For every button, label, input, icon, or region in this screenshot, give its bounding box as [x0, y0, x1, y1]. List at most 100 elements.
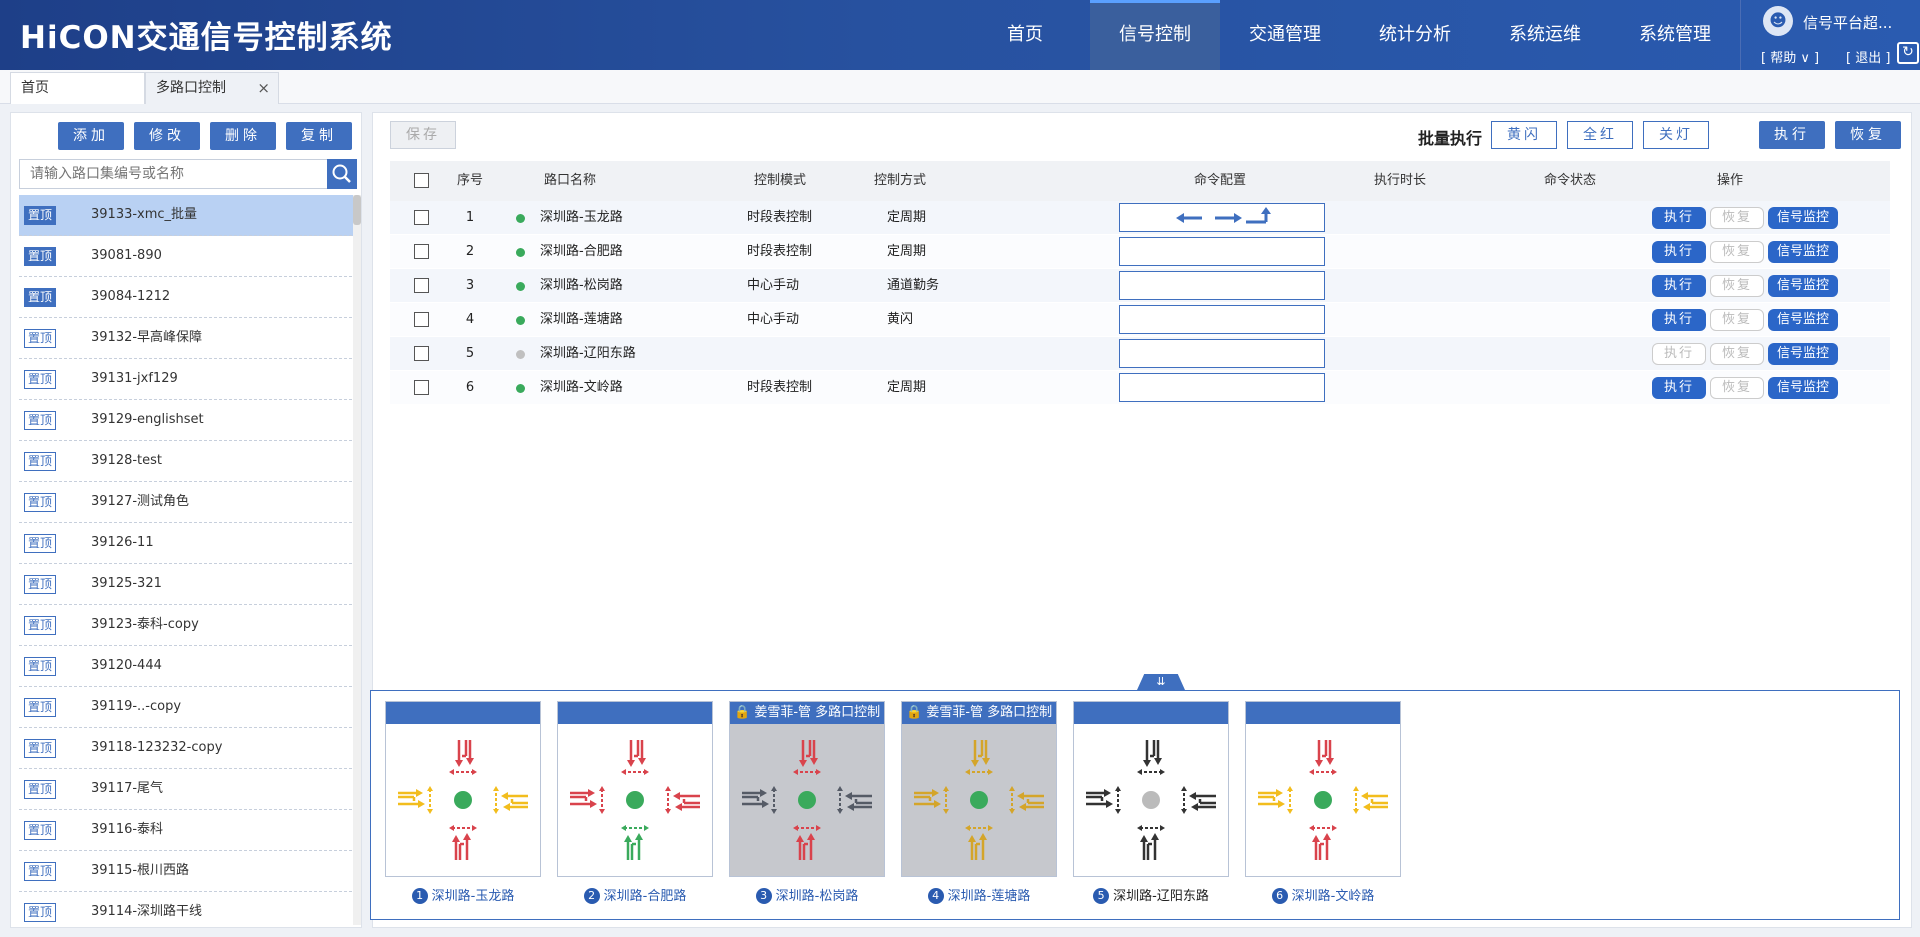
intersection-card[interactable]: 🔒 姜雪菲-管 多路口控制	[901, 701, 1057, 877]
list-item[interactable]: 置顶 39125-321	[19, 564, 357, 605]
nav-item-3[interactable]: 统计分析	[1350, 0, 1480, 70]
signal-monitor-button[interactable]: 信号监控	[1768, 241, 1838, 263]
intersection-card[interactable]	[1245, 701, 1401, 877]
pin-top-button[interactable]: 置顶	[24, 821, 56, 840]
command-config-box[interactable]	[1119, 373, 1325, 402]
list-item[interactable]: 置顶 39123-泰科-copy	[19, 605, 357, 646]
list-item[interactable]: 置顶 39126-11	[19, 523, 357, 564]
signal-monitor-button[interactable]: 信号监控	[1768, 207, 1838, 229]
signal-monitor-button[interactable]: 信号监控	[1768, 309, 1838, 331]
card-caption[interactable]: 6 深圳路-文岭路	[1233, 885, 1413, 904]
yellow-flash-button[interactable]: 黄闪	[1491, 121, 1557, 149]
scrollbar-thumb[interactable]	[353, 195, 361, 225]
nav-item-1[interactable]: 信号控制	[1090, 0, 1220, 70]
list-item[interactable]: 置顶 39114-深圳路干线	[19, 892, 357, 925]
card-caption[interactable]: 1 深圳路-玉龙路	[373, 885, 553, 904]
command-config-box[interactable]	[1119, 305, 1325, 334]
intersection-card[interactable]	[557, 701, 713, 877]
tab-multi-intersection[interactable]: 多路口控制 ×	[145, 72, 279, 104]
select-all-checkbox[interactable]	[414, 173, 429, 188]
collapse-toggle[interactable]: ⇊	[1137, 674, 1185, 690]
row-restore-button[interactable]: 恢复	[1710, 309, 1764, 331]
pin-top-button[interactable]: 置顶	[24, 452, 56, 471]
card-caption[interactable]: 2 深圳路-合肥路	[545, 885, 725, 904]
add-button[interactable]: 添加	[58, 122, 124, 150]
nav-item-5[interactable]: 系统管理	[1610, 0, 1740, 70]
list-scrollbar[interactable]	[353, 195, 361, 925]
row-checkbox[interactable]	[414, 380, 429, 395]
row-execute-button[interactable]: 执行	[1652, 207, 1706, 229]
list-item[interactable]: 置顶 39115-根川西路	[19, 851, 357, 892]
pin-top-button[interactable]: 置顶	[24, 370, 56, 389]
pin-top-button[interactable]: 置顶	[24, 329, 56, 348]
list-item[interactable]: 置顶 39128-test	[19, 441, 357, 482]
pin-top-button[interactable]: 置顶	[24, 411, 56, 430]
list-item[interactable]: 置顶 39120-444	[19, 646, 357, 687]
row-restore-button[interactable]: 恢复	[1710, 377, 1764, 399]
card-caption[interactable]: 3 深圳路-松岗路	[717, 885, 897, 904]
pin-top-button[interactable]: 置顶	[24, 534, 56, 553]
list-item[interactable]: 置顶 39132-早高峰保障	[19, 318, 357, 359]
list-item[interactable]: 置顶 39119-..-copy	[19, 687, 357, 728]
row-execute-button[interactable]: 执行	[1652, 241, 1706, 263]
card-caption[interactable]: 5 深圳路-辽阳东路	[1061, 885, 1241, 904]
nav-item-4[interactable]: 系统运维	[1480, 0, 1610, 70]
user-name[interactable]: 信号平台超...	[1803, 12, 1892, 33]
row-restore-button[interactable]: 恢复	[1710, 207, 1764, 229]
intersection-card[interactable]	[1073, 701, 1229, 877]
signal-monitor-button[interactable]: 信号监控	[1768, 275, 1838, 297]
intersection-card[interactable]	[385, 701, 541, 877]
row-restore-button[interactable]: 恢复	[1710, 241, 1764, 263]
row-execute-button[interactable]: 执行	[1652, 309, 1706, 331]
list-item[interactable]: 置顶 39116-泰科	[19, 810, 357, 851]
row-restore-button[interactable]: 恢复	[1710, 343, 1764, 365]
card-caption[interactable]: 4 深圳路-莲塘路	[889, 885, 1069, 904]
pin-top-button[interactable]: 置顶	[24, 657, 56, 676]
list-item[interactable]: 置顶 39127-测试角色	[19, 482, 357, 523]
lights-off-button[interactable]: 关灯	[1643, 121, 1709, 149]
list-item[interactable]: 置顶 39117-尾气	[19, 769, 357, 810]
pin-top-button[interactable]: 置顶	[24, 616, 56, 635]
edit-button[interactable]: 修改	[134, 122, 200, 150]
row-checkbox[interactable]	[414, 346, 429, 361]
list-item[interactable]: 置顶 39133-xmc_批量	[19, 195, 357, 236]
list-item[interactable]: 置顶 39084-1212	[19, 277, 357, 318]
all-red-button[interactable]: 全红	[1567, 121, 1633, 149]
row-execute-button[interactable]: 执行	[1652, 343, 1706, 365]
list-item[interactable]: 置顶 39129-englishset	[19, 400, 357, 441]
row-checkbox[interactable]	[414, 312, 429, 327]
pin-top-button[interactable]: 置顶	[24, 862, 56, 881]
signal-monitor-button[interactable]: 信号监控	[1768, 377, 1838, 399]
command-config-box[interactable]	[1119, 271, 1325, 300]
delete-button[interactable]: 删除	[210, 122, 276, 150]
pin-top-button[interactable]: 置顶	[24, 698, 56, 717]
search-input[interactable]	[20, 160, 328, 188]
intersection-card[interactable]: 🔒 姜雪菲-管 多路口控制	[729, 701, 885, 877]
pin-top-button[interactable]: 置顶	[24, 780, 56, 799]
command-config-box[interactable]	[1119, 237, 1325, 266]
pin-top-button[interactable]: 置顶	[24, 206, 56, 225]
list-item[interactable]: 置顶 39081-890	[19, 236, 357, 277]
list-item[interactable]: 置顶 39118-123232-copy	[19, 728, 357, 769]
row-restore-button[interactable]: 恢复	[1710, 275, 1764, 297]
copy-button[interactable]: 复制	[286, 122, 352, 150]
help-menu[interactable]: [ 帮助 ∨ ]	[1761, 47, 1819, 66]
pin-top-button[interactable]: 置顶	[24, 288, 56, 307]
pin-top-button[interactable]: 置顶	[24, 903, 56, 922]
nav-item-2[interactable]: 交通管理	[1220, 0, 1350, 70]
user-avatar-icon[interactable]: ☻	[1763, 6, 1793, 36]
pin-top-button[interactable]: 置顶	[24, 493, 56, 512]
logout-link[interactable]: [ 退出 ]	[1846, 47, 1890, 66]
list-item[interactable]: 置顶 39131-jxf129	[19, 359, 357, 400]
row-checkbox[interactable]	[414, 210, 429, 225]
signal-monitor-button[interactable]: 信号监控	[1768, 343, 1838, 365]
search-button[interactable]	[327, 159, 357, 189]
nav-item-0[interactable]: 首页	[960, 0, 1090, 70]
row-execute-button[interactable]: 执行	[1652, 275, 1706, 297]
pin-top-button[interactable]: 置顶	[24, 247, 56, 266]
refresh-icon[interactable]: ↻	[1897, 42, 1919, 64]
pin-top-button[interactable]: 置顶	[24, 575, 56, 594]
tab-home[interactable]: 首页	[10, 72, 145, 104]
command-config-box[interactable]	[1119, 203, 1325, 232]
restore-button[interactable]: 恢复	[1835, 121, 1901, 149]
